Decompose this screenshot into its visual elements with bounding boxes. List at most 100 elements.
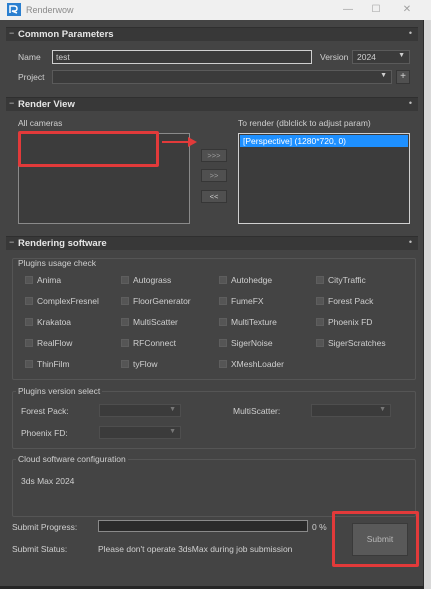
checkbox-box[interactable] [219,360,227,368]
checkbox-box[interactable] [121,297,129,305]
plugin-checkbox-label: RFConnect [133,338,176,348]
version-select[interactable]: 2024 ▼ [352,50,410,64]
chevron-down-icon: ▼ [398,52,405,59]
main-panel: − Common Parameters • Name test Version … [0,20,424,586]
plugin-checkbox-label: Phoenix FD [328,317,373,327]
checkbox-box[interactable] [219,318,227,326]
name-label: Name [18,52,41,62]
render-view-header[interactable]: − Render View • [6,97,418,111]
checkbox-box[interactable] [25,318,33,326]
checkbox-box[interactable] [316,276,324,284]
chevron-down-icon: ▼ [380,72,387,79]
minimize-button[interactable]: — [334,1,362,19]
plugin-checkbox-label: Anima [37,275,62,285]
checkbox-box[interactable] [316,339,324,347]
checkbox-box[interactable] [121,318,129,326]
add-all-button[interactable]: >>> [201,149,227,162]
plugin-checkbox-label: XMeshLoader [231,359,284,369]
plugin-checkbox-label: FumeFX [231,296,264,306]
plugin-checkbox-label: RealFlow [37,338,73,348]
version-value: 2024 [357,52,376,62]
remove-button[interactable]: << [201,190,227,203]
cloud-config-title: Cloud software configuration [16,454,128,464]
plugin-checkbox-label: MultiScatter [133,317,178,327]
render-view-title: Render View [18,99,75,110]
plugin-checkbox-label: MultiTexture [231,317,277,327]
submit-progress-bar [98,520,308,532]
app-logo-icon [7,3,21,16]
submit-progress-percent: 0 % [312,522,327,532]
maximize-button[interactable]: ☐ [362,1,390,19]
checkbox-box[interactable] [25,276,33,284]
window-edge [424,20,431,589]
window-title: Renderwow [26,5,74,15]
checkbox-box[interactable] [25,360,33,368]
plugin-checkbox-label: ThinFilm [37,359,70,369]
plugin-checkbox-label: SigerNoise [231,338,273,348]
plugin-checkbox-label: ComplexFresnel [37,296,99,306]
submit-status-text: Please don't operate 3dsMax during job s… [98,544,293,554]
to-render-item[interactable]: [Perspective] (1280*720, 0) [240,135,408,147]
plugins-version-title: Plugins version select [16,386,103,396]
plugin-checkbox-label: Autograss [133,275,172,285]
phoenix-version-label: Phoenix FD: [21,428,68,438]
checkbox-box[interactable] [121,339,129,347]
chevron-down-icon: ▼ [379,406,386,413]
name-input[interactable]: test [52,50,312,64]
title-bar: Renderwow — ☐ ✕ [0,0,431,20]
checkbox-box[interactable] [219,297,227,305]
add-project-button[interactable]: + [396,70,410,84]
project-select[interactable]: ▼ [52,70,392,84]
checkbox-box[interactable] [121,276,129,284]
plugins-usage-group: Plugins usage check Anima Autograss Autohe… [12,258,416,380]
forest-pack-version-select[interactable]: ▼ [99,404,181,417]
collapse-icon[interactable]: − [9,28,14,38]
to-render-list[interactable]: [Perspective] (1280*720, 0) [238,133,410,224]
add-button[interactable]: >> [201,169,227,182]
multiscatter-version-label: MultiScatter: [233,406,281,416]
plugins-version-group: Plugins version select Forest Pack: ▼ Mu… [12,386,416,449]
common-parameters-title: Common Parameters [18,29,114,40]
plugin-checkbox-label: tyFlow [133,359,158,369]
plugin-checkbox-label: Autohedge [231,275,273,285]
collapse-icon[interactable]: − [9,98,14,108]
phoenix-version-select[interactable]: ▼ [99,426,181,439]
checkbox-box[interactable] [219,276,227,284]
checkbox-box[interactable] [316,318,324,326]
annotation-arrow-icon [162,137,197,147]
checkbox-box[interactable] [25,297,33,305]
to-render-label: To render (dblclick to adjust param) [238,118,371,128]
version-label: Version [320,52,349,62]
submit-progress-label: Submit Progress: [12,522,78,532]
checkbox-box[interactable] [25,339,33,347]
rollout-menu-icon[interactable]: • [409,98,412,108]
all-cameras-label: All cameras [18,118,63,128]
annotation-highlight-box [332,511,419,567]
plugin-checkbox-label: Forest Pack [328,296,374,306]
multiscatter-version-select[interactable]: ▼ [311,404,391,417]
plugin-checkbox-label: Krakatoa [37,317,72,327]
checkbox-box[interactable] [316,297,324,305]
forest-pack-version-label: Forest Pack: [21,406,69,416]
close-button[interactable]: ✕ [393,1,421,19]
rendering-software-title: Rendering software [18,238,107,249]
rollout-menu-icon[interactable]: • [409,28,412,38]
plugin-checkbox-label: CityTraffic [328,275,366,285]
checkbox-box[interactable] [219,339,227,347]
cloud-config-value: 3ds Max 2024 [21,476,75,486]
annotation-highlight-box [18,131,159,167]
submit-status-label: Submit Status: [12,544,68,554]
cloud-config-group: Cloud software configuration 3ds Max 202… [12,454,416,517]
checkbox-box[interactable] [121,360,129,368]
plugins-usage-title: Plugins usage check [18,258,96,268]
plugin-checkbox-label: SigerScratches [328,338,386,348]
plugin-checkbox-label: FloorGenerator [133,296,191,306]
chevron-down-icon: ▼ [169,428,176,435]
rendering-software-header[interactable]: − Rendering software • [6,236,418,250]
chevron-down-icon: ▼ [169,406,176,413]
name-input-value: test [56,52,70,62]
common-parameters-header[interactable]: − Common Parameters • [6,27,418,41]
collapse-icon[interactable]: − [9,237,14,247]
rollout-menu-icon[interactable]: • [409,237,412,247]
project-label: Project [18,72,45,82]
